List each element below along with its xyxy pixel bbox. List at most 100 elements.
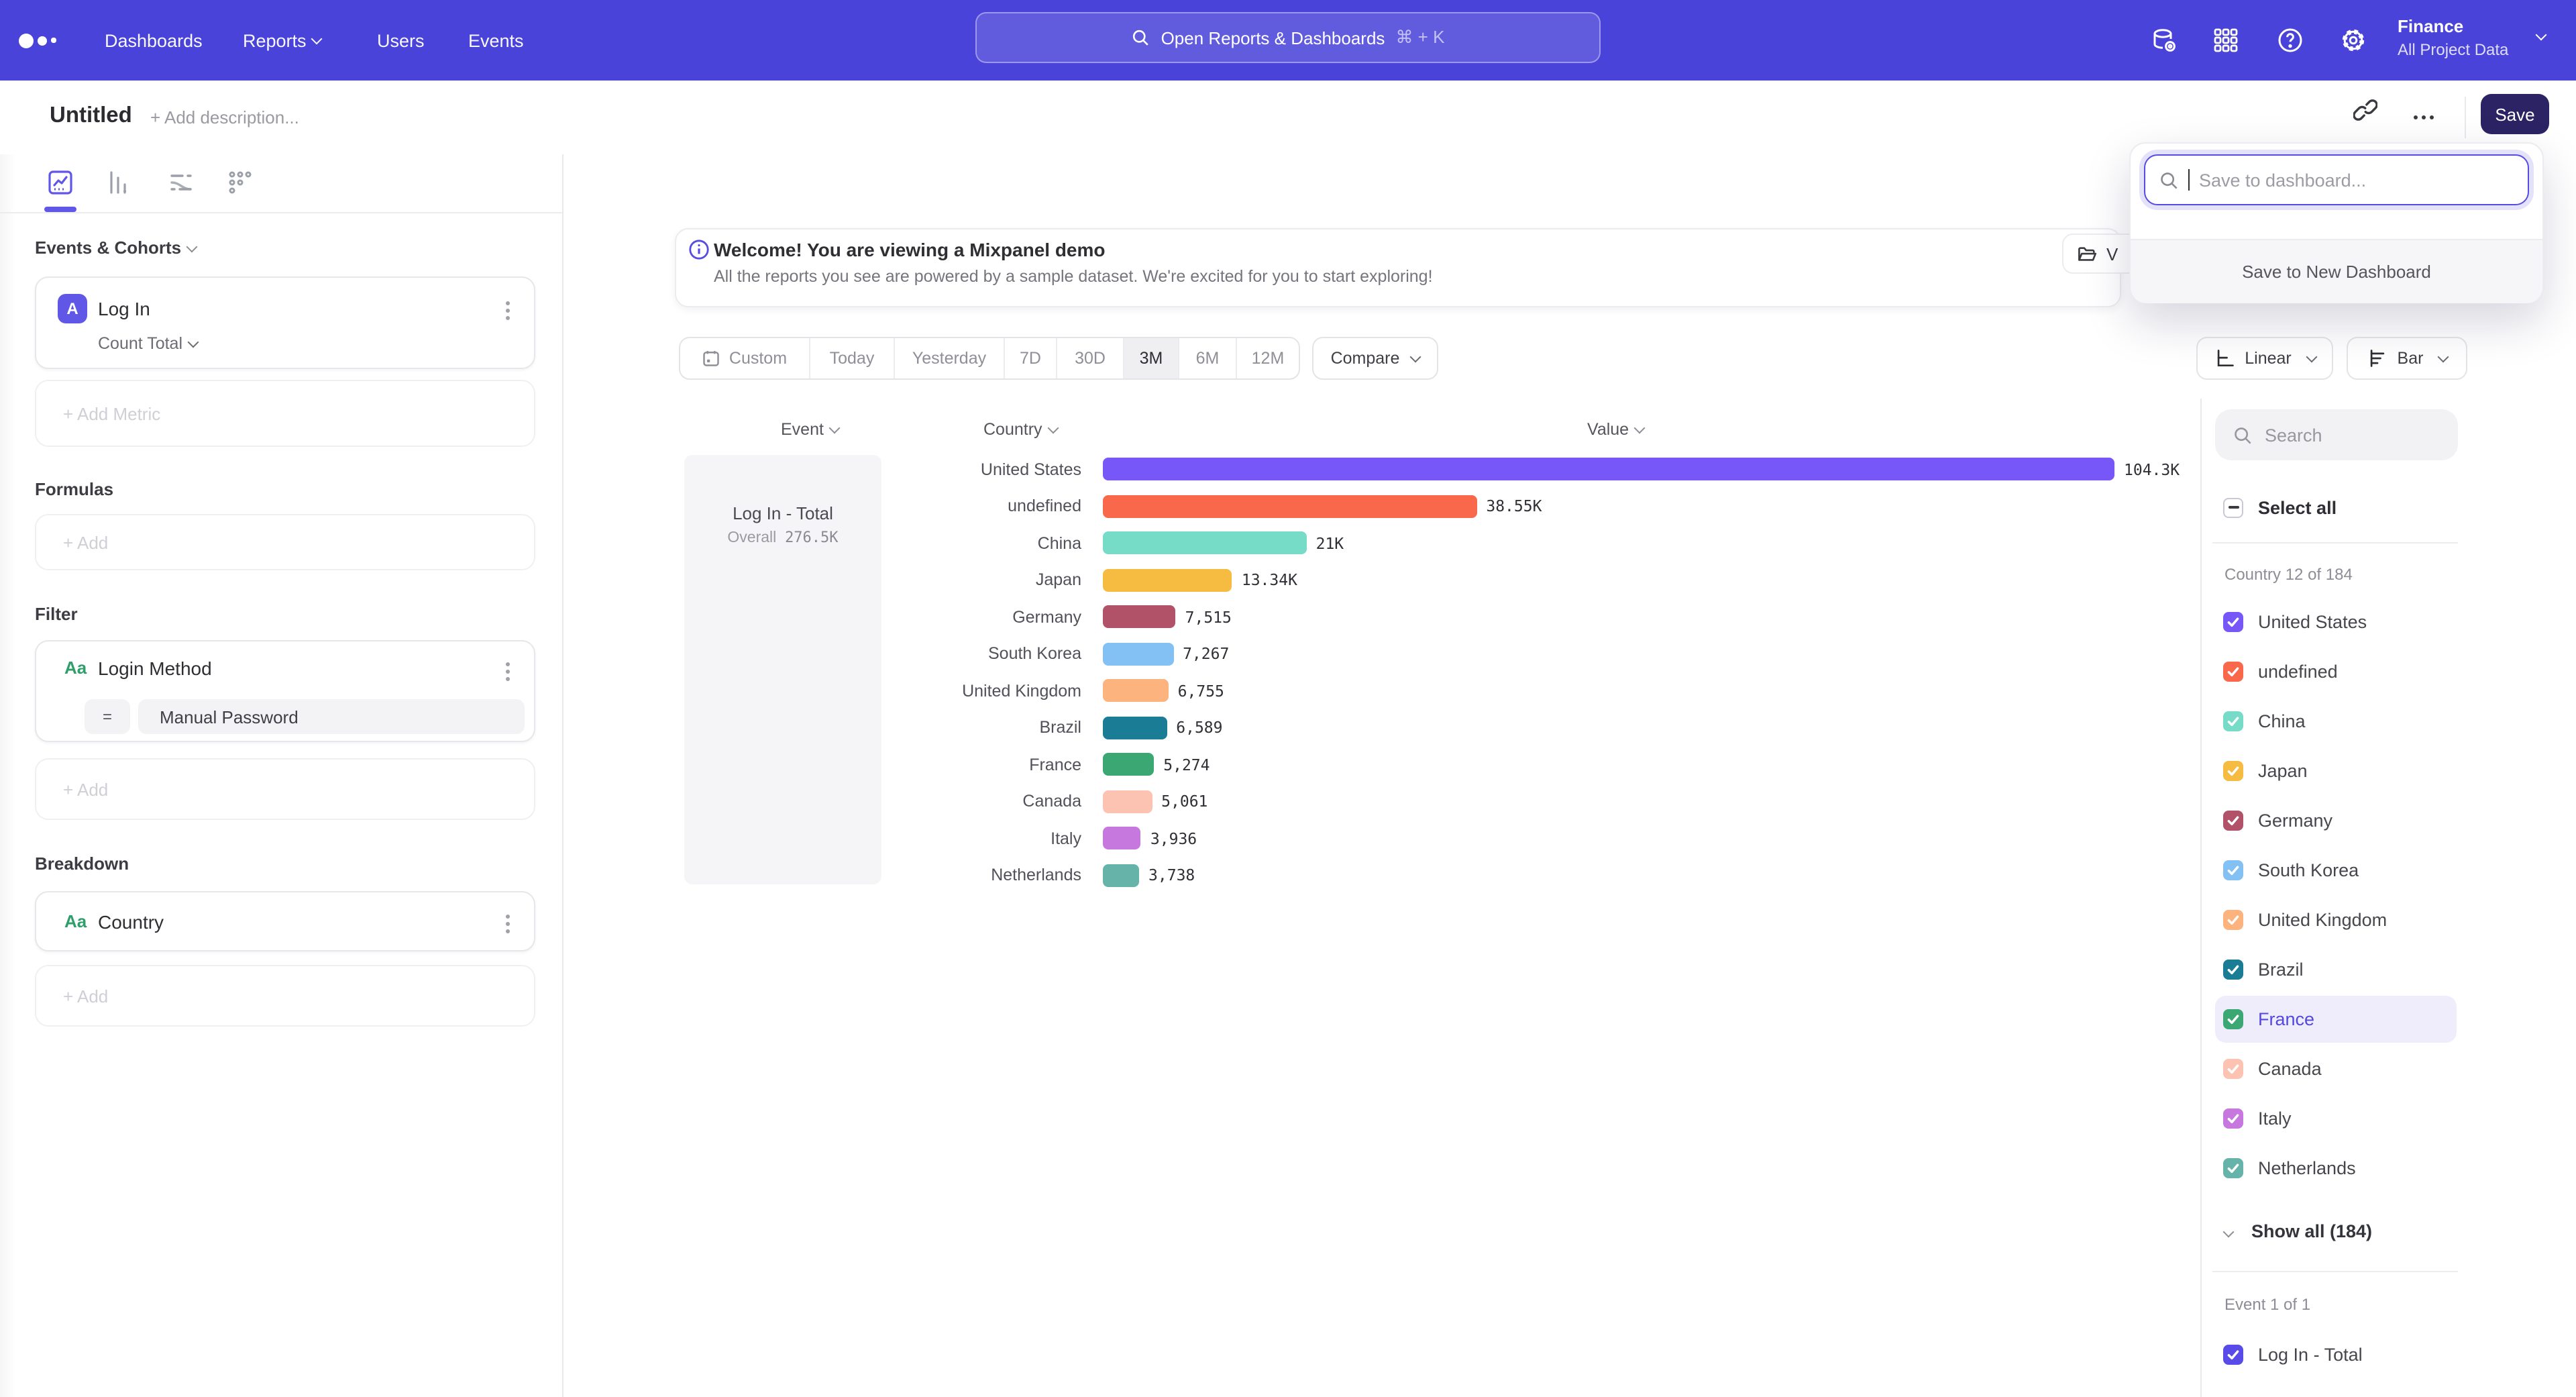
nav-reports[interactable]: Reports [243,0,321,81]
tab-retention-icon[interactable] [225,168,255,197]
range-custom[interactable]: Custom [680,338,809,378]
range-today[interactable]: Today [809,338,894,378]
legend-item-france[interactable]: France [2202,994,2576,1043]
range-12m[interactable]: 12M [1236,338,1299,378]
report-title[interactable]: Untitled [50,103,132,129]
legend-checkbox[interactable] [2223,909,2243,929]
bar[interactable] [1103,790,1152,813]
legend-item-brazil[interactable]: Brazil [2202,944,2576,994]
project-switcher[interactable]: Finance All Project Data [2398,13,2508,60]
bar[interactable] [1103,864,1139,886]
nav-events[interactable]: Events [468,0,524,81]
legend-checkbox[interactable] [2223,711,2243,731]
event-total-cell[interactable]: Log In - Total Overall 276.5K [684,455,881,884]
legend-checkbox[interactable] [2223,1108,2243,1128]
search-icon [1132,28,1150,47]
bar[interactable] [1103,531,1307,554]
nav-dashboards[interactable]: Dashboards [105,0,203,81]
legend-item-undefined[interactable]: undefined [2202,646,2576,696]
filter-operator[interactable]: = [85,699,130,734]
metric-menu-icon[interactable] [506,309,510,313]
bar[interactable] [1103,568,1232,591]
global-search[interactable]: Open Reports & Dashboards ⌘ + K [975,12,1601,63]
select-all-row[interactable]: Select all [2202,487,2576,527]
legend-item-united-kingdom[interactable]: United Kingdom [2202,894,2576,944]
bar[interactable] [1103,679,1169,702]
mixpanel-logo-icon[interactable] [19,30,67,51]
save-to-dashboard-input[interactable]: Save to dashboard... [2144,154,2529,205]
metric-card[interactable]: A Log In Count Total [35,276,535,369]
legend-search-input[interactable]: Search [2215,409,2458,460]
check-icon [2226,1347,2241,1362]
filter-menu-icon[interactable] [506,670,510,674]
bar[interactable] [1103,495,1477,517]
legend-checkbox[interactable] [2223,860,2243,880]
add-filter-button[interactable]: + Add [35,758,535,820]
more-options-icon[interactable] [2414,115,2435,121]
breakdown-card[interactable]: Aa Country [35,891,535,951]
tab-funnels-icon[interactable] [105,168,134,197]
breakdown-property[interactable]: Country [98,911,164,933]
settings-gear-icon[interactable] [2339,25,2368,55]
column-header-value[interactable]: Value [1587,420,1644,439]
project-chevron-icon[interactable] [2536,30,2547,41]
legend-item-log-in---total[interactable]: Log In - Total [2202,1330,2576,1380]
legend-checkbox[interactable] [2223,611,2243,631]
show-all-button[interactable]: Show all (184) [2202,1208,2576,1255]
add-metric-button[interactable]: + Add Metric [35,380,535,447]
range-3m[interactable]: 3M [1123,338,1178,378]
legend-checkbox[interactable] [2223,959,2243,979]
column-header-country[interactable]: Country [983,420,1057,439]
tab-insights-icon[interactable] [46,168,75,197]
legend-item-netherlands[interactable]: Netherlands [2202,1143,2576,1192]
legend-item-canada[interactable]: Canada [2202,1043,2576,1093]
bar[interactable] [1103,716,1167,739]
y-scale-dropdown[interactable]: Linear [2196,337,2333,380]
legend-item-south-korea[interactable]: South Korea [2202,845,2576,894]
metric-name[interactable]: Log In [98,298,150,319]
legend-item-japan[interactable]: Japan [2202,745,2576,795]
breakdown-menu-icon[interactable] [506,922,510,926]
filter-property[interactable]: Login Method [98,658,212,679]
bar[interactable] [1103,605,1176,628]
legend-checkbox[interactable] [2223,810,2243,830]
nav-users[interactable]: Users [377,0,425,81]
legend-checkbox[interactable] [2223,661,2243,681]
legend-item-united-states[interactable]: United States [2202,597,2576,646]
legend-checkbox[interactable] [2223,760,2243,780]
legend-item-china[interactable]: China [2202,696,2576,745]
range-yesterday[interactable]: Yesterday [894,338,1004,378]
legend-item-germany[interactable]: Germany [2202,795,2576,845]
copy-link-icon[interactable] [2353,98,2377,122]
data-management-icon[interactable] [2149,25,2179,55]
tab-flows-icon[interactable] [166,168,196,197]
column-header-event[interactable]: Event [781,420,839,439]
add-formula-button[interactable]: + Add [35,514,535,570]
bar[interactable] [1103,458,2114,480]
filter-value[interactable]: Manual Password [138,699,525,734]
legend-checkbox[interactable] [2223,1008,2243,1029]
bar[interactable] [1103,753,1154,776]
save-to-new-dashboard-button[interactable]: Save to New Dashboard [2131,239,2542,303]
filter-card[interactable]: Aa Login Method = Manual Password [35,640,535,742]
add-description[interactable]: + Add description... [150,107,299,127]
save-button[interactable]: Save [2481,94,2549,134]
select-all-checkbox[interactable] [2223,497,2243,517]
legend-checkbox[interactable] [2223,1157,2243,1178]
legend-checkbox[interactable] [2223,1345,2243,1365]
legend-checkbox[interactable] [2223,1058,2243,1078]
chart-type-dropdown[interactable]: Bar [2347,337,2467,380]
range-6m[interactable]: 6M [1178,338,1236,378]
breakdown-header: Breakdown [35,853,129,874]
bar[interactable] [1103,827,1141,849]
apps-grid-icon[interactable] [2211,25,2241,55]
range-30d[interactable]: 30D [1056,338,1123,378]
add-breakdown-button[interactable]: + Add [35,965,535,1027]
range-7d[interactable]: 7D [1004,338,1056,378]
help-icon[interactable] [2275,25,2305,55]
events-cohorts-header[interactable]: Events & Cohorts [35,238,196,258]
bar[interactable] [1103,642,1173,665]
compare-button[interactable]: Compare [1312,337,1438,380]
legend-item-italy[interactable]: Italy [2202,1093,2576,1143]
metric-aggregation[interactable]: Count Total [98,334,197,353]
